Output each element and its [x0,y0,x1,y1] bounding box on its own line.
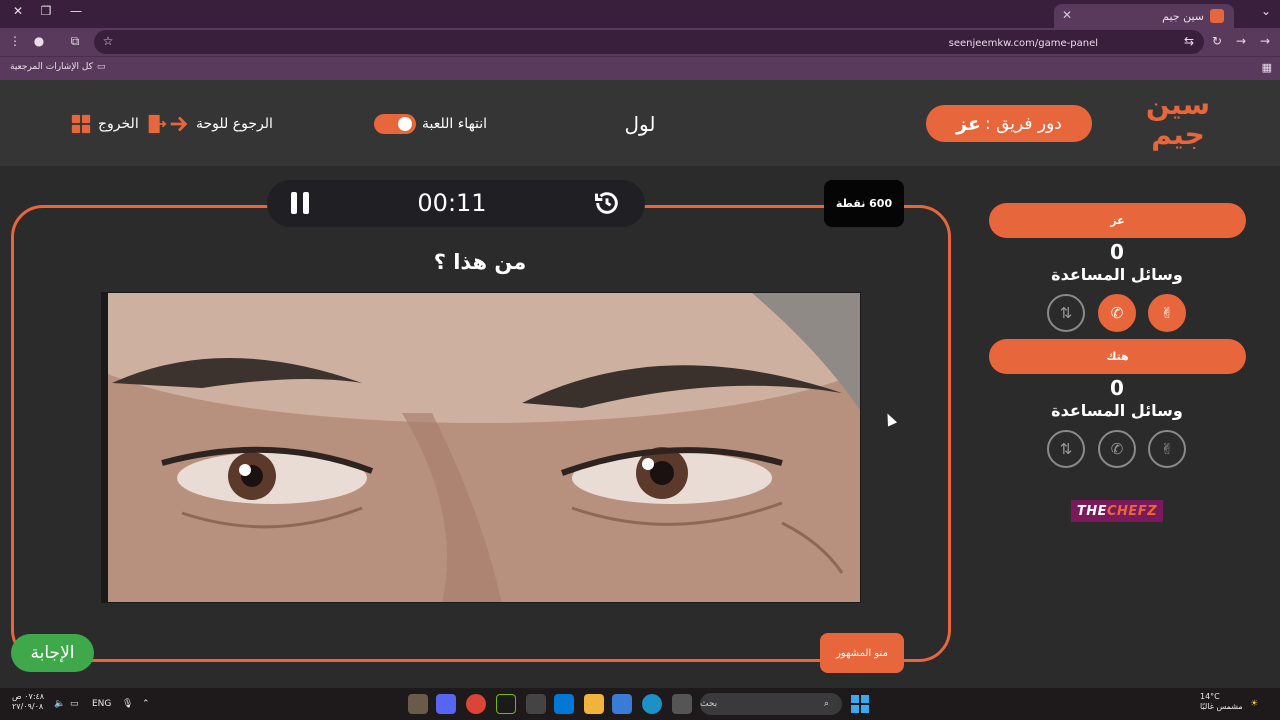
outlook-icon[interactable] [554,694,574,714]
browser-toolbar: seenjeemkw.com/game-panel [0,28,1280,56]
phone-icon: ✆ [1110,303,1124,322]
microphone-icon[interactable]: 🎙 [122,694,133,714]
weather-sun-icon: ☀ [1250,699,1259,709]
url-text: seenjeemkw.com/game-panel [948,38,1098,49]
search-icon: ⌕ [824,699,830,709]
clock-date: ٢٧/٠٩/٠٨ [12,702,44,711]
menu-icon[interactable]: ⋮ [6,34,24,48]
volume-icon[interactable]: 🔈 [54,694,65,714]
team-2-helps-label: وسائل المساعدة [1051,401,1183,420]
answer-button[interactable]: الإجابة [11,634,94,672]
points-badge: 600 نقطة [824,180,904,227]
tab-search-icon[interactable]: ⌄ [1256,4,1276,18]
exit-door-icon [148,114,167,134]
browser-titlebar: ✕ ❐ — + سين جيم ✕ ⌄ [0,0,1280,28]
exit-label: الخروج [98,116,139,132]
team-1-phone-button[interactable]: ✆ [1098,294,1136,332]
question-text: من هذا ؟ [433,250,527,274]
weather-temp: 14°C [1200,692,1220,701]
extensions-icon[interactable]: ⧉ [66,34,84,49]
reset-timer-icon[interactable] [593,189,621,217]
back-icon[interactable]: → [1256,34,1274,48]
tab-title: سين جيم [1162,9,1204,23]
peace-hand-icon: ✌ [1160,439,1174,458]
end-game-button[interactable]: انتهاء اللعبة [374,110,487,138]
forward-icon[interactable]: → [1232,34,1250,48]
end-game-toggle-icon[interactable] [374,114,416,134]
sponsor-part-2: CHEFZ [1107,503,1158,519]
back-to-board-label: الرجوع للوحة [196,116,273,132]
bookmark-star-icon[interactable]: ☆ [99,34,117,48]
exit-button[interactable]: الخروج [70,110,167,138]
arrow-right-icon [170,116,188,132]
clock-time: ٠٧:٤٨ ص [12,692,45,701]
team-2-phone-button[interactable]: ✆ [1098,430,1136,468]
team-1-swap-phone-button[interactable]: ⇅ [1047,294,1085,332]
team-1-name: عز [989,203,1246,238]
back-to-board-button[interactable]: الرجوع للوحة [168,110,273,138]
store-icon[interactable] [612,694,632,714]
nvidia-icon[interactable] [496,694,516,714]
end-game-label: انتهاء اللعبة [422,116,488,132]
edge-icon[interactable] [642,694,662,714]
pause-icon[interactable] [290,192,310,214]
all-bookmarks[interactable]: كل الإشارات المرجعية ▭ [10,62,105,72]
weather-widget[interactable]: 14°C مشمس غالبًا [1200,692,1243,712]
logo[interactable]: سين جيم [1140,90,1216,156]
eyes-illustration [102,293,860,602]
turn-team: عز [956,112,981,135]
swap-phone-icon: ⇅ [1059,303,1073,322]
game-name: لول [624,112,656,136]
bookmarks-bar: كل الإشارات المرجعية ▭ ▦ [0,56,1280,80]
team-2-peace-hand-button[interactable]: ✌ [1148,430,1186,468]
chrome-icon[interactable] [466,694,486,714]
taskbar-app-5-icon[interactable] [526,694,546,714]
taskbar-search[interactable]: بحث [700,693,842,715]
team-2-name: هتك [989,339,1246,374]
tab-close-icon[interactable]: ✕ [1062,8,1072,22]
bookmark-label: كل الإشارات المرجعية [10,62,93,72]
windows-taskbar [0,688,1280,720]
sponsor-part-1: THE [1076,503,1108,519]
peace-hand-icon: ✌ [1160,303,1174,322]
browser-tab[interactable]: سين جيم ✕ [1054,4,1234,28]
category-badge: منو المشهور [820,633,904,673]
language-indicator[interactable]: ENG [92,694,111,714]
grid-board-icon [71,114,91,134]
team-2-score: 0 [1110,376,1124,400]
weather-desc: مشمس غالبًا [1200,702,1243,711]
apps-grid-icon[interactable]: ▦ [1262,61,1272,74]
profile-avatar-icon[interactable]: ● [30,34,48,48]
discord-icon[interactable] [436,694,456,714]
team-1-helps-label: وسائل المساعدة [1051,265,1183,284]
turn-indicator: دور فريق : عز [926,105,1092,142]
team-1-score: 0 [1110,240,1124,264]
turn-prefix: دور فريق : [984,113,1062,134]
sponsor-logo[interactable]: THE CHEFZ [1071,500,1163,522]
site-settings-icon[interactable]: ⇆ [1180,34,1198,48]
address-bar[interactable]: seenjeemkw.com/game-panel [94,30,1204,54]
taskbar-app-1-icon[interactable] [408,694,428,714]
swap-phone-icon: ⇅ [1059,439,1073,458]
task-view-icon[interactable] [672,694,692,714]
windows-logo-icon [851,695,869,713]
clock[interactable]: ٠٧:٤٨ ص ٢٧/٠٩/٠٨ [12,692,44,712]
tray-chevron-icon[interactable]: ⌃ [142,694,150,714]
reload-icon[interactable]: ↻ [1208,34,1226,48]
search-placeholder: بحث [700,699,718,709]
timer: 00:11 [417,189,487,217]
close-window-icon[interactable]: ✕ [8,4,28,18]
minimize-window-icon[interactable]: — [66,4,86,18]
restore-window-icon[interactable]: ❐ [36,4,56,18]
site-favicon-icon [1210,9,1224,23]
windows-start-icon[interactable] [850,694,870,714]
team-2-swap-phone-button[interactable]: ⇅ [1047,430,1085,468]
network-icon[interactable]: ▭ [70,694,79,714]
team-1-peace-hand-button[interactable]: ✌ [1148,294,1186,332]
phone-icon: ✆ [1110,439,1124,458]
folder-icon: ▭ [96,62,106,72]
file-explorer-icon[interactable] [584,694,604,714]
question-image [101,292,861,603]
